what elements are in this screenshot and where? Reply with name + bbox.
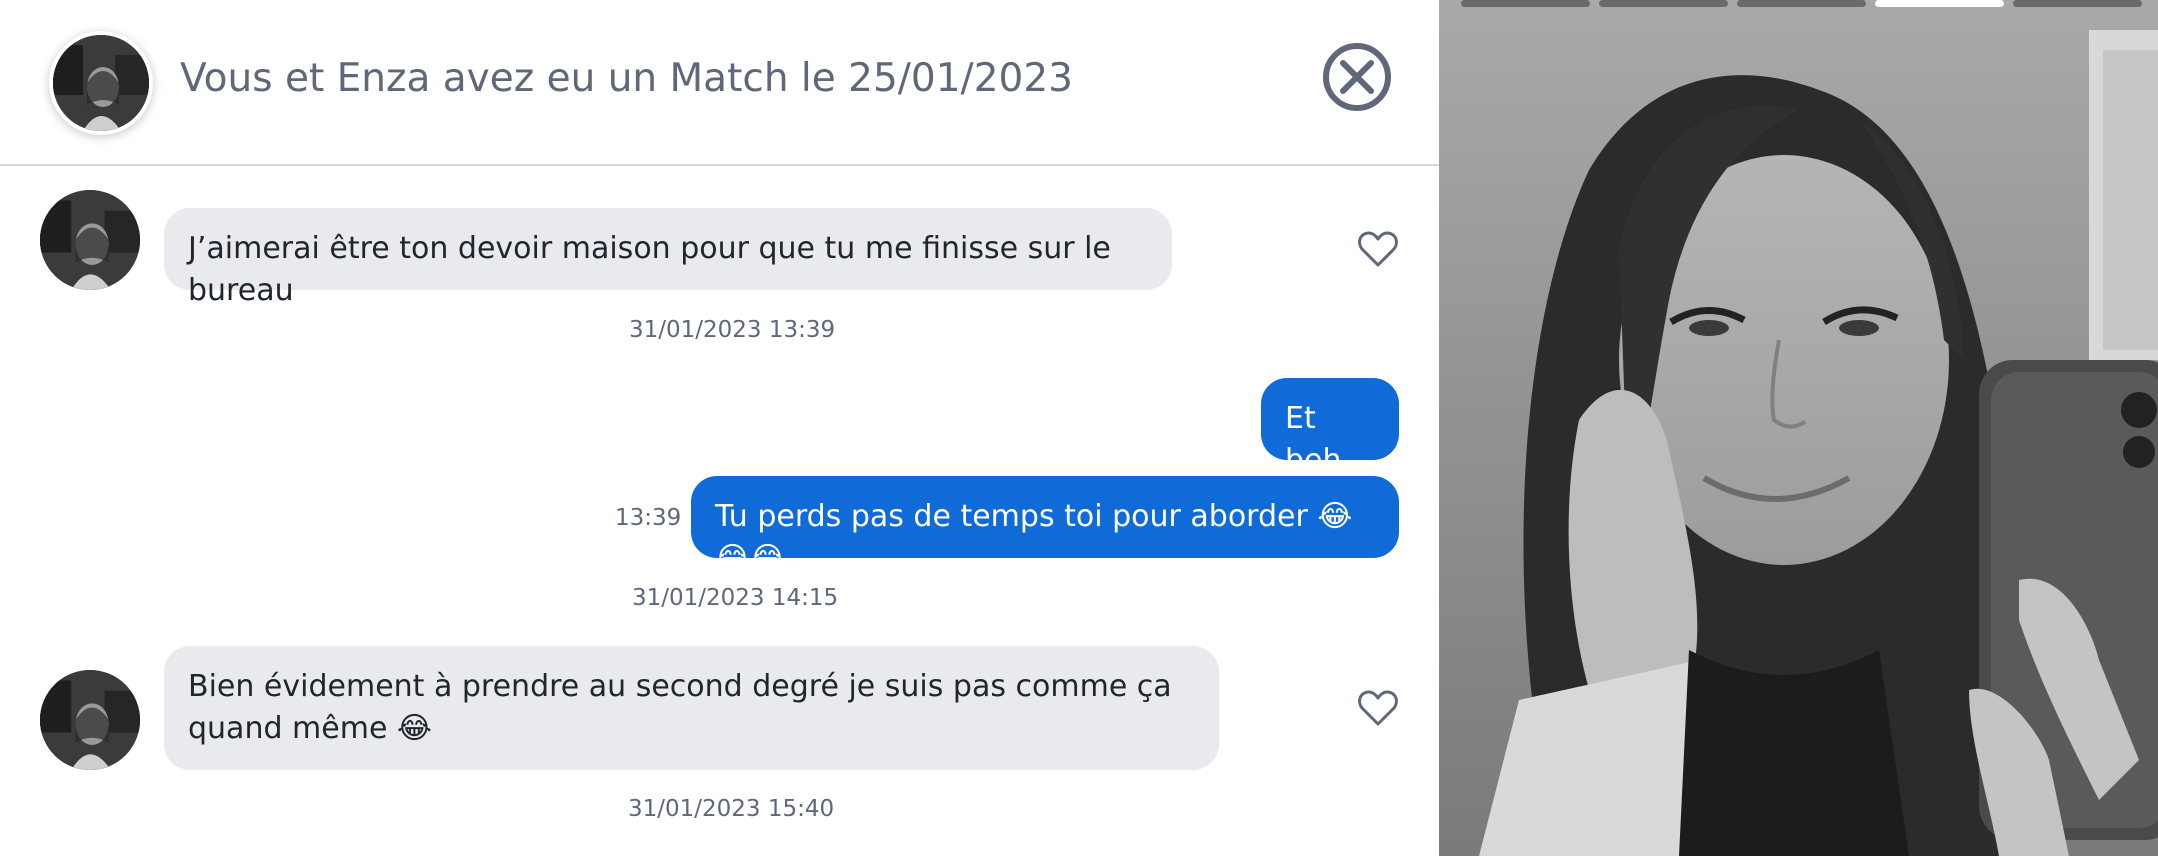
photo-indicator[interactable] [1599, 0, 1728, 7]
message-time: 13:39 [615, 505, 682, 531]
message-text: J’aimerai être ton devoir maison pour qu… [188, 231, 1111, 308]
profile-photo-panel[interactable] [1439, 0, 2158, 856]
message-date: 31/01/2023 14:15 [632, 585, 839, 611]
photo-pager [1439, 0, 2158, 8]
chat-header: Vous et Enza avez eu un Match le 25/01/2… [0, 0, 1439, 166]
profile-photo [1439, 0, 2158, 856]
sender-avatar[interactable] [40, 670, 140, 770]
incoming-message[interactable]: J’aimerai être ton devoir maison pour qu… [164, 208, 1172, 308]
message-text: Et beh [1285, 401, 1342, 478]
message-text: Tu perds pas de temps toi pour aborder 😂… [715, 499, 1353, 576]
incoming-message[interactable]: Bien évidement à prendre au second degré… [164, 646, 1219, 770]
message-date: 31/01/2023 15:40 [628, 796, 835, 822]
match-avatar[interactable] [49, 31, 153, 135]
like-heart-icon[interactable] [1358, 689, 1398, 727]
chat-panel: Vous et Enza avez eu un Match le 25/01/2… [0, 0, 1439, 856]
photo-indicator[interactable] [1737, 0, 1866, 7]
avatar-photo [40, 670, 140, 770]
photo-indicator-active[interactable] [1875, 0, 2004, 7]
like-heart-icon[interactable] [1358, 230, 1398, 268]
outgoing-message[interactable]: Et beh [1261, 378, 1399, 478]
close-icon[interactable] [1322, 42, 1392, 112]
match-title: Vous et Enza avez eu un Match le 25/01/2… [180, 56, 1073, 101]
avatar-photo [40, 190, 140, 290]
message-text: Bien évidement à prendre au second degré… [188, 669, 1172, 746]
photo-indicator[interactable] [1461, 0, 1590, 7]
sender-avatar[interactable] [40, 190, 140, 290]
outgoing-message[interactable]: Tu perds pas de temps toi pour aborder 😂… [691, 476, 1399, 576]
photo-indicator[interactable] [2013, 0, 2142, 7]
message-date: 31/01/2023 13:39 [629, 317, 836, 343]
avatar-photo [53, 35, 149, 131]
